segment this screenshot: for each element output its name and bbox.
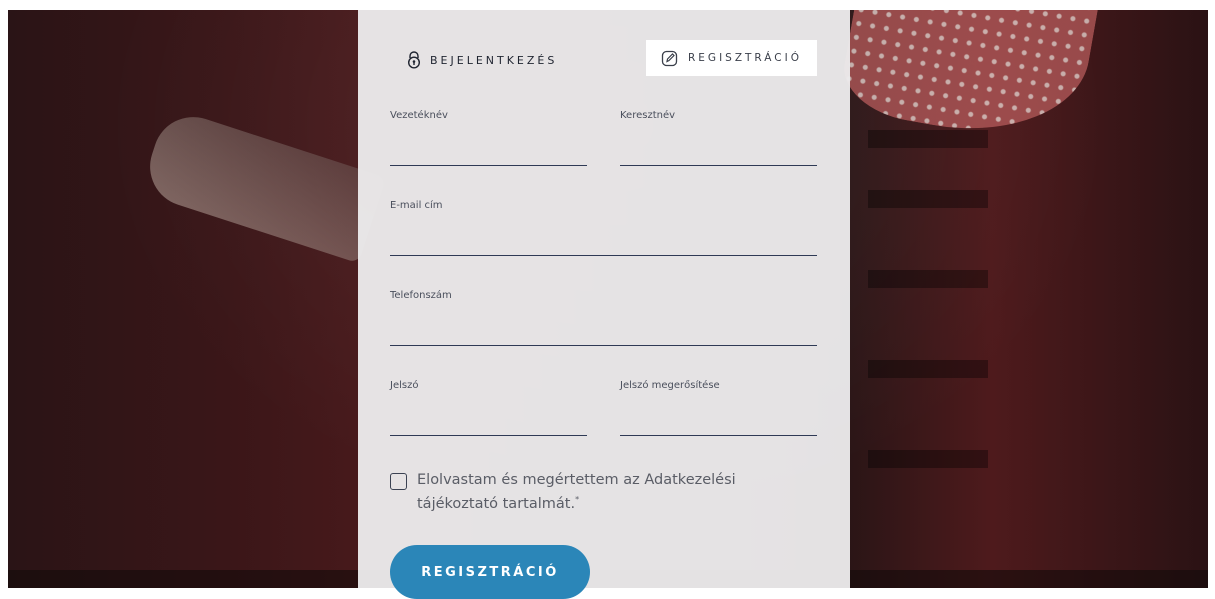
password-confirm-label: Jelszó megerősítése [620,380,720,391]
email-field[interactable] [390,233,817,256]
first-name-field[interactable] [620,143,817,166]
last-name-label: Vezetéknév [390,110,448,121]
tab-register-label: REGISZTRÁCIÓ [688,52,802,64]
lock-icon [406,51,422,69]
background-stripe [868,270,988,288]
background-arm [139,106,387,264]
password-confirm-field[interactable] [620,413,817,436]
background-umbrella [836,10,1100,150]
last-name-field[interactable] [390,143,587,166]
tab-register[interactable]: REGISZTRÁCIÓ [646,40,817,76]
register-submit-button[interactable]: REGISZTRÁCIÓ [390,545,590,599]
tab-login-label: BEJELENTKEZÉS [430,53,558,67]
consent-text-line2: tájékoztató tartalmát. [417,495,576,512]
phone-label: Telefonszám [390,290,452,301]
background-stripe [868,450,988,468]
background-stripe [868,130,988,148]
email-label: E-mail cím [390,200,443,211]
consent-row: Elolvastam és megértettem az Adatkezelés… [390,470,810,514]
consent-text-line1: Elolvastam és megértettem az Adatkezelés… [417,472,736,488]
first-name-label: Keresztnév [620,110,676,121]
password-label: Jelszó [390,380,419,391]
background-stripe [868,190,988,208]
edit-icon [661,50,678,67]
consent-checkbox[interactable] [390,473,407,490]
background-stripe [868,360,988,378]
required-mark: * [575,495,580,504]
phone-field[interactable] [390,323,817,346]
consent-text: Elolvastam és megértettem az Adatkezelés… [417,470,736,514]
tab-login[interactable]: BEJELENTKEZÉS [406,48,557,72]
password-field[interactable] [390,413,587,436]
